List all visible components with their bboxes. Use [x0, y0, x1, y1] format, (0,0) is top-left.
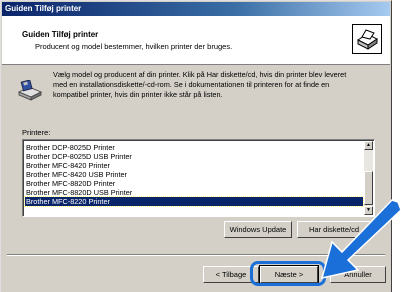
scroll-thumb[interactable] [364, 171, 373, 205]
add-printer-wizard-window: Guiden Tilføj printer Guiden Tilføj prin… [0, 0, 392, 292]
button-separator [7, 254, 385, 256]
have-disk-button[interactable]: Har diskette/cd [297, 221, 371, 238]
header-subtitle: Producent og model bestemmer, hvilken pr… [35, 42, 233, 51]
windows-update-button[interactable]: Windows Update [224, 221, 292, 238]
header-title: Guiden Tilføj printer [22, 30, 99, 39]
wizard-header: Guiden Tilføj printer Producent og model… [2, 16, 390, 65]
window-title: Guiden Tilføj printer [5, 4, 82, 13]
printer-wizard-icon [352, 24, 382, 54]
scroll-up-button[interactable]: ▲ [364, 141, 373, 150]
printer-listbox[interactable]: Brother DCP-8025D Printer Brother DCP-80… [22, 139, 375, 217]
list-scrollbar[interactable]: ▲ ▼ [364, 141, 373, 215]
printer-list-item[interactable]: Brother MFC-8820D USB Printer [25, 188, 363, 197]
printer-list-item[interactable]: Brother MFC-8420 Printer [25, 161, 363, 170]
cancel-button[interactable]: Annuller [330, 266, 386, 283]
intro-line: med en installationsdiskette/-cd-rom. Se… [53, 80, 330, 89]
printer-list-item-selected[interactable]: Brother MFC-8220 Printer [24, 196, 364, 207]
printer-list-item[interactable]: Brother DCP-8025D USB Printer [25, 152, 363, 161]
intro-text: Vælg model og producent af din printer. … [53, 70, 385, 100]
printer-disk-icon [18, 80, 42, 101]
printer-list-item[interactable]: Brother DCP-8025D Printer [25, 143, 363, 152]
back-button[interactable]: < Tilbage [203, 266, 259, 283]
printer-list-item[interactable]: Brother MFC-8420 USB Printer [25, 170, 363, 179]
printers-label: Printere: [22, 128, 51, 137]
next-button[interactable]: Næste > [259, 265, 319, 284]
title-bar: Guiden Tilføj printer [2, 2, 390, 16]
scroll-down-button[interactable]: ▼ [364, 206, 373, 215]
intro-line: kompatibel printer, hvis din printer ikk… [53, 90, 223, 99]
printer-list-item[interactable]: Brother MFC-8820D Printer [25, 179, 363, 188]
printer-list: Brother DCP-8025D Printer Brother DCP-80… [24, 143, 364, 207]
intro-line: Vælg model og producent af din printer. … [53, 70, 347, 79]
